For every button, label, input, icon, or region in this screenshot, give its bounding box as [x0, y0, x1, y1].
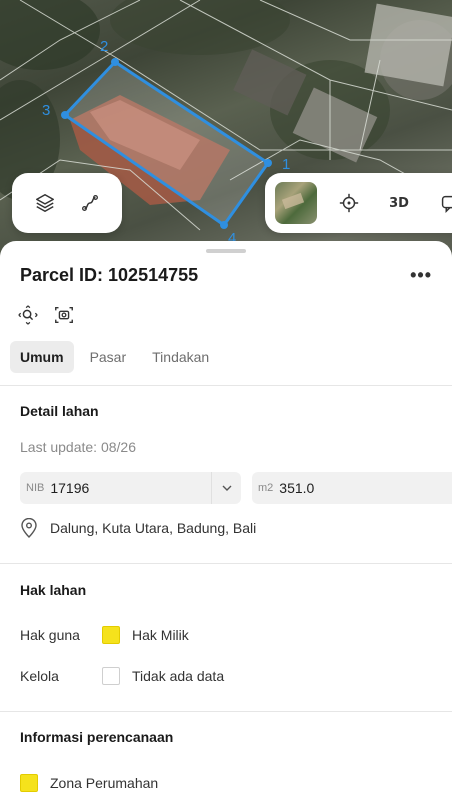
nib-select[interactable]: NIB 17196 — [20, 472, 241, 504]
hak-guna-swatch — [102, 626, 120, 644]
vertex-label-2: 2 — [100, 38, 109, 55]
locate-button[interactable] — [331, 185, 367, 221]
detail-heading: Detail lahan — [20, 403, 99, 419]
basemap-thumbnail-button[interactable] — [275, 182, 317, 224]
map-tools-right: 3D — [265, 173, 452, 233]
divider — [0, 563, 452, 564]
location-pin-icon — [21, 518, 37, 538]
3d-label: 3D — [389, 195, 409, 211]
vertex-label-1: 1 — [282, 156, 291, 173]
kelola-swatch — [102, 667, 120, 685]
drag-handle[interactable] — [206, 249, 246, 253]
zoom-to-parcel-button[interactable] — [16, 303, 40, 327]
layers-button[interactable] — [27, 185, 63, 221]
tab-tindakan[interactable]: Tindakan — [142, 341, 219, 373]
quick-actions — [16, 303, 76, 327]
map-tools-left — [12, 173, 122, 233]
crosshair-icon — [339, 193, 359, 213]
last-update-text: Last update: 08/26 — [20, 439, 136, 455]
divider — [0, 385, 452, 386]
zone-swatch — [20, 774, 38, 792]
hak-guna-row: Hak guna Hak Milik — [20, 626, 189, 644]
planning-heading: Informasi perencanaan — [20, 729, 174, 745]
kelola-value: Tidak ada data — [132, 668, 225, 684]
hak-guna-value: Hak Milik — [132, 627, 189, 643]
measure-button[interactable] — [72, 185, 108, 221]
hak-heading: Hak lahan — [20, 582, 87, 598]
divider — [0, 711, 452, 712]
hak-guna-label: Hak guna — [20, 627, 80, 643]
chat-icon — [441, 195, 452, 214]
area-field[interactable]: m2 351.0 — [252, 472, 452, 504]
parcel-title: Parcel ID: 102514755 — [20, 264, 199, 285]
area-value: 351.0 — [279, 480, 315, 496]
kelola-label: Kelola — [20, 668, 59, 684]
parcel-bottom-sheet: Parcel ID: 102514755 ••• Umum Pasar Tind… — [0, 241, 452, 804]
tab-bar: Umum Pasar Tindakan — [10, 341, 219, 373]
title-row: Parcel ID: 102514755 ••• — [20, 263, 432, 287]
location-text: Dalung, Kuta Utara, Badung, Bali — [50, 520, 257, 536]
tab-umum[interactable]: Umum — [10, 341, 74, 373]
measure-icon — [81, 195, 98, 211]
zone-row: Zona Perumahan — [20, 774, 158, 792]
focus-search-icon — [18, 305, 38, 325]
chevron-down-icon — [211, 472, 241, 504]
layers-icon — [35, 194, 54, 212]
3d-toggle-button[interactable]: 3D — [381, 185, 417, 221]
vertex-label-3: 3 — [42, 102, 51, 119]
zone-value: Zona Perumahan — [50, 775, 159, 791]
kelola-row: Kelola Tidak ada data — [20, 667, 224, 685]
screenshot-button[interactable] — [52, 303, 76, 327]
more-options-button[interactable]: ••• — [410, 265, 432, 286]
nib-value: 17196 — [50, 480, 90, 496]
share-button[interactable] — [431, 185, 452, 221]
area-prefix: m2 — [258, 482, 274, 494]
nib-prefix: NIB — [26, 482, 45, 494]
location-row: Dalung, Kuta Utara, Badung, Bali — [20, 518, 256, 538]
tab-pasar[interactable]: Pasar — [80, 341, 137, 373]
camera-icon — [55, 306, 73, 324]
